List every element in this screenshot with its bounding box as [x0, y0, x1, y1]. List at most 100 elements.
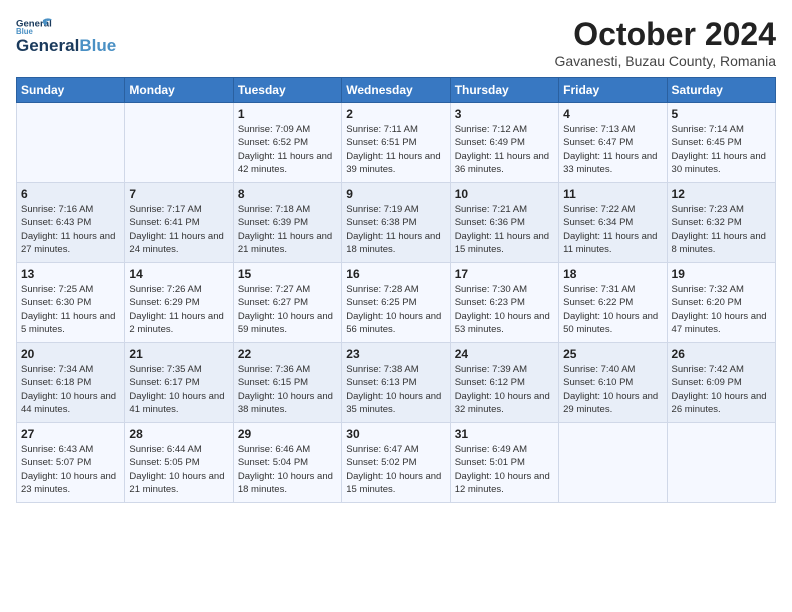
day-info: Sunrise: 6:44 AM Sunset: 5:05 PM Dayligh… [129, 443, 228, 496]
day-info: Sunrise: 7:19 AM Sunset: 6:38 PM Dayligh… [346, 203, 445, 256]
title-section: October 2024 Gavanesti, Buzau County, Ro… [554, 16, 776, 69]
day-number: 12 [672, 187, 771, 201]
calendar-cell: 25Sunrise: 7:40 AM Sunset: 6:10 PM Dayli… [559, 343, 667, 423]
month-title: October 2024 [554, 16, 776, 53]
calendar-cell: 17 Sunrise: 7:30 AM Sunset: 6:23 PM Dayli… [450, 263, 558, 343]
logo: General Blue General Blue [16, 16, 116, 56]
day-info: Sunrise: 7:35 AM Sunset: 6:17 PM Dayligh… [129, 363, 228, 416]
calendar-week-row: 6 Sunrise: 7:16 AM Sunset: 6:43 PM Daylig… [17, 183, 776, 263]
calendar-cell: 19 Sunrise: 7:32 AM Sunset: 6:20 PM Dayli… [667, 263, 775, 343]
calendar-week-row: 1 Sunrise: 7:09 AM Sunset: 6:52 PM Daylig… [17, 103, 776, 183]
logo-icon: General Blue [16, 16, 52, 36]
location-title: Gavanesti, Buzau County, Romania [554, 53, 776, 69]
calendar-cell: 31 Sunrise: 6:49 AM Sunset: 5:01 PM Dayli… [450, 423, 558, 503]
day-info: Sunrise: 7:09 AM Sunset: 6:52 PM Dayligh… [238, 123, 337, 176]
day-info: Sunrise: 7:25 AM Sunset: 6:30 PM Dayligh… [21, 283, 120, 336]
weekday-header-cell: Monday [125, 78, 233, 103]
calendar-cell: 6 Sunrise: 7:16 AM Sunset: 6:43 PM Daylig… [17, 183, 125, 263]
weekday-header-cell: Friday [559, 78, 667, 103]
day-info: Sunrise: 7:13 AM Sunset: 6:47 PM Dayligh… [563, 123, 662, 176]
day-number: 22 [238, 347, 337, 361]
day-number: 14 [129, 267, 228, 281]
day-info: Sunrise: 7:12 AM Sunset: 6:49 PM Dayligh… [455, 123, 554, 176]
calendar-cell: 7 Sunrise: 7:17 AM Sunset: 6:41 PM Daylig… [125, 183, 233, 263]
day-number: 5 [672, 107, 771, 121]
calendar-week-row: 27 Sunrise: 6:43 AM Sunset: 5:07 PM Dayli… [17, 423, 776, 503]
day-info: Sunrise: 6:46 AM Sunset: 5:04 PM Dayligh… [238, 443, 337, 496]
day-info: Sunrise: 7:36 AM Sunset: 6:15 PM Dayligh… [238, 363, 337, 416]
calendar-cell: 4Sunrise: 7:13 AM Sunset: 6:47 PM Daylig… [559, 103, 667, 183]
day-number: 9 [346, 187, 445, 201]
day-info: Sunrise: 7:27 AM Sunset: 6:27 PM Dayligh… [238, 283, 337, 336]
weekday-header-cell: Saturday [667, 78, 775, 103]
day-info: Sunrise: 7:23 AM Sunset: 6:32 PM Dayligh… [672, 203, 771, 256]
day-info: Sunrise: 6:49 AM Sunset: 5:01 PM Dayligh… [455, 443, 554, 496]
day-info: Sunrise: 7:16 AM Sunset: 6:43 PM Dayligh… [21, 203, 120, 256]
day-number: 19 [672, 267, 771, 281]
day-number: 8 [238, 187, 337, 201]
day-number: 31 [455, 427, 554, 441]
calendar-cell: 10 Sunrise: 7:21 AM Sunset: 6:36 PM Dayli… [450, 183, 558, 263]
calendar-cell [667, 423, 775, 503]
day-info: Sunrise: 7:40 AM Sunset: 6:10 PM Dayligh… [563, 363, 662, 416]
weekday-header-cell: Sunday [17, 78, 125, 103]
day-number: 7 [129, 187, 228, 201]
calendar-cell: 3Sunrise: 7:12 AM Sunset: 6:49 PM Daylig… [450, 103, 558, 183]
calendar-cell [125, 103, 233, 183]
day-number: 26 [672, 347, 771, 361]
calendar-cell: 21Sunrise: 7:35 AM Sunset: 6:17 PM Dayli… [125, 343, 233, 423]
calendar-cell [17, 103, 125, 183]
day-info: Sunrise: 7:14 AM Sunset: 6:45 PM Dayligh… [672, 123, 771, 176]
day-number: 29 [238, 427, 337, 441]
day-number: 27 [21, 427, 120, 441]
weekday-header-cell: Wednesday [342, 78, 450, 103]
day-info: Sunrise: 7:21 AM Sunset: 6:36 PM Dayligh… [455, 203, 554, 256]
day-info: Sunrise: 7:28 AM Sunset: 6:25 PM Dayligh… [346, 283, 445, 336]
day-info: Sunrise: 7:38 AM Sunset: 6:13 PM Dayligh… [346, 363, 445, 416]
day-number: 15 [238, 267, 337, 281]
calendar-cell: 30Sunrise: 6:47 AM Sunset: 5:02 PM Dayli… [342, 423, 450, 503]
weekday-header-row: SundayMondayTuesdayWednesdayThursdayFrid… [17, 78, 776, 103]
day-number: 17 [455, 267, 554, 281]
day-info: Sunrise: 7:17 AM Sunset: 6:41 PM Dayligh… [129, 203, 228, 256]
day-info: Sunrise: 7:32 AM Sunset: 6:20 PM Dayligh… [672, 283, 771, 336]
day-number: 13 [21, 267, 120, 281]
weekday-header-cell: Thursday [450, 78, 558, 103]
day-number: 28 [129, 427, 228, 441]
day-info: Sunrise: 7:34 AM Sunset: 6:18 PM Dayligh… [21, 363, 120, 416]
day-info: Sunrise: 7:42 AM Sunset: 6:09 PM Dayligh… [672, 363, 771, 416]
calendar-table: SundayMondayTuesdayWednesdayThursdayFrid… [16, 77, 776, 503]
calendar-cell: 26 Sunrise: 7:42 AM Sunset: 6:09 PM Dayli… [667, 343, 775, 423]
day-number: 24 [455, 347, 554, 361]
calendar-cell: 9 Sunrise: 7:19 AM Sunset: 6:38 PM Daylig… [342, 183, 450, 263]
day-info: Sunrise: 6:43 AM Sunset: 5:07 PM Dayligh… [21, 443, 120, 496]
calendar-cell: 8Sunrise: 7:18 AM Sunset: 6:39 PM Daylig… [233, 183, 341, 263]
calendar-cell: 20Sunrise: 7:34 AM Sunset: 6:18 PM Dayli… [17, 343, 125, 423]
day-number: 23 [346, 347, 445, 361]
weekday-header-cell: Tuesday [233, 78, 341, 103]
calendar-cell: 28 Sunrise: 6:44 AM Sunset: 5:05 PM Dayli… [125, 423, 233, 503]
calendar-week-row: 20Sunrise: 7:34 AM Sunset: 6:18 PM Dayli… [17, 343, 776, 423]
calendar-cell: 18Sunrise: 7:31 AM Sunset: 6:22 PM Dayli… [559, 263, 667, 343]
day-info: Sunrise: 7:30 AM Sunset: 6:23 PM Dayligh… [455, 283, 554, 336]
day-number: 11 [563, 187, 662, 201]
day-number: 6 [21, 187, 120, 201]
calendar-cell [559, 423, 667, 503]
svg-text:Blue: Blue [16, 27, 34, 36]
calendar-body: 1 Sunrise: 7:09 AM Sunset: 6:52 PM Daylig… [17, 103, 776, 503]
calendar-cell: 24 Sunrise: 7:39 AM Sunset: 6:12 PM Dayli… [450, 343, 558, 423]
calendar-week-row: 13 Sunrise: 7:25 AM Sunset: 6:30 PM Dayli… [17, 263, 776, 343]
day-info: Sunrise: 7:11 AM Sunset: 6:51 PM Dayligh… [346, 123, 445, 176]
day-info: Sunrise: 7:39 AM Sunset: 6:12 PM Dayligh… [455, 363, 554, 416]
day-number: 10 [455, 187, 554, 201]
calendar-cell: 22 Sunrise: 7:36 AM Sunset: 6:15 PM Dayli… [233, 343, 341, 423]
logo-blue: Blue [79, 36, 116, 56]
day-number: 1 [238, 107, 337, 121]
day-info: Sunrise: 7:26 AM Sunset: 6:29 PM Dayligh… [129, 283, 228, 336]
calendar-cell: 23 Sunrise: 7:38 AM Sunset: 6:13 PM Dayli… [342, 343, 450, 423]
day-number: 18 [563, 267, 662, 281]
day-info: Sunrise: 6:47 AM Sunset: 5:02 PM Dayligh… [346, 443, 445, 496]
calendar-cell: 12 Sunrise: 7:23 AM Sunset: 6:32 PM Dayli… [667, 183, 775, 263]
calendar-cell: 11Sunrise: 7:22 AM Sunset: 6:34 PM Dayli… [559, 183, 667, 263]
calendar-cell: 29 Sunrise: 6:46 AM Sunset: 5:04 PM Dayli… [233, 423, 341, 503]
